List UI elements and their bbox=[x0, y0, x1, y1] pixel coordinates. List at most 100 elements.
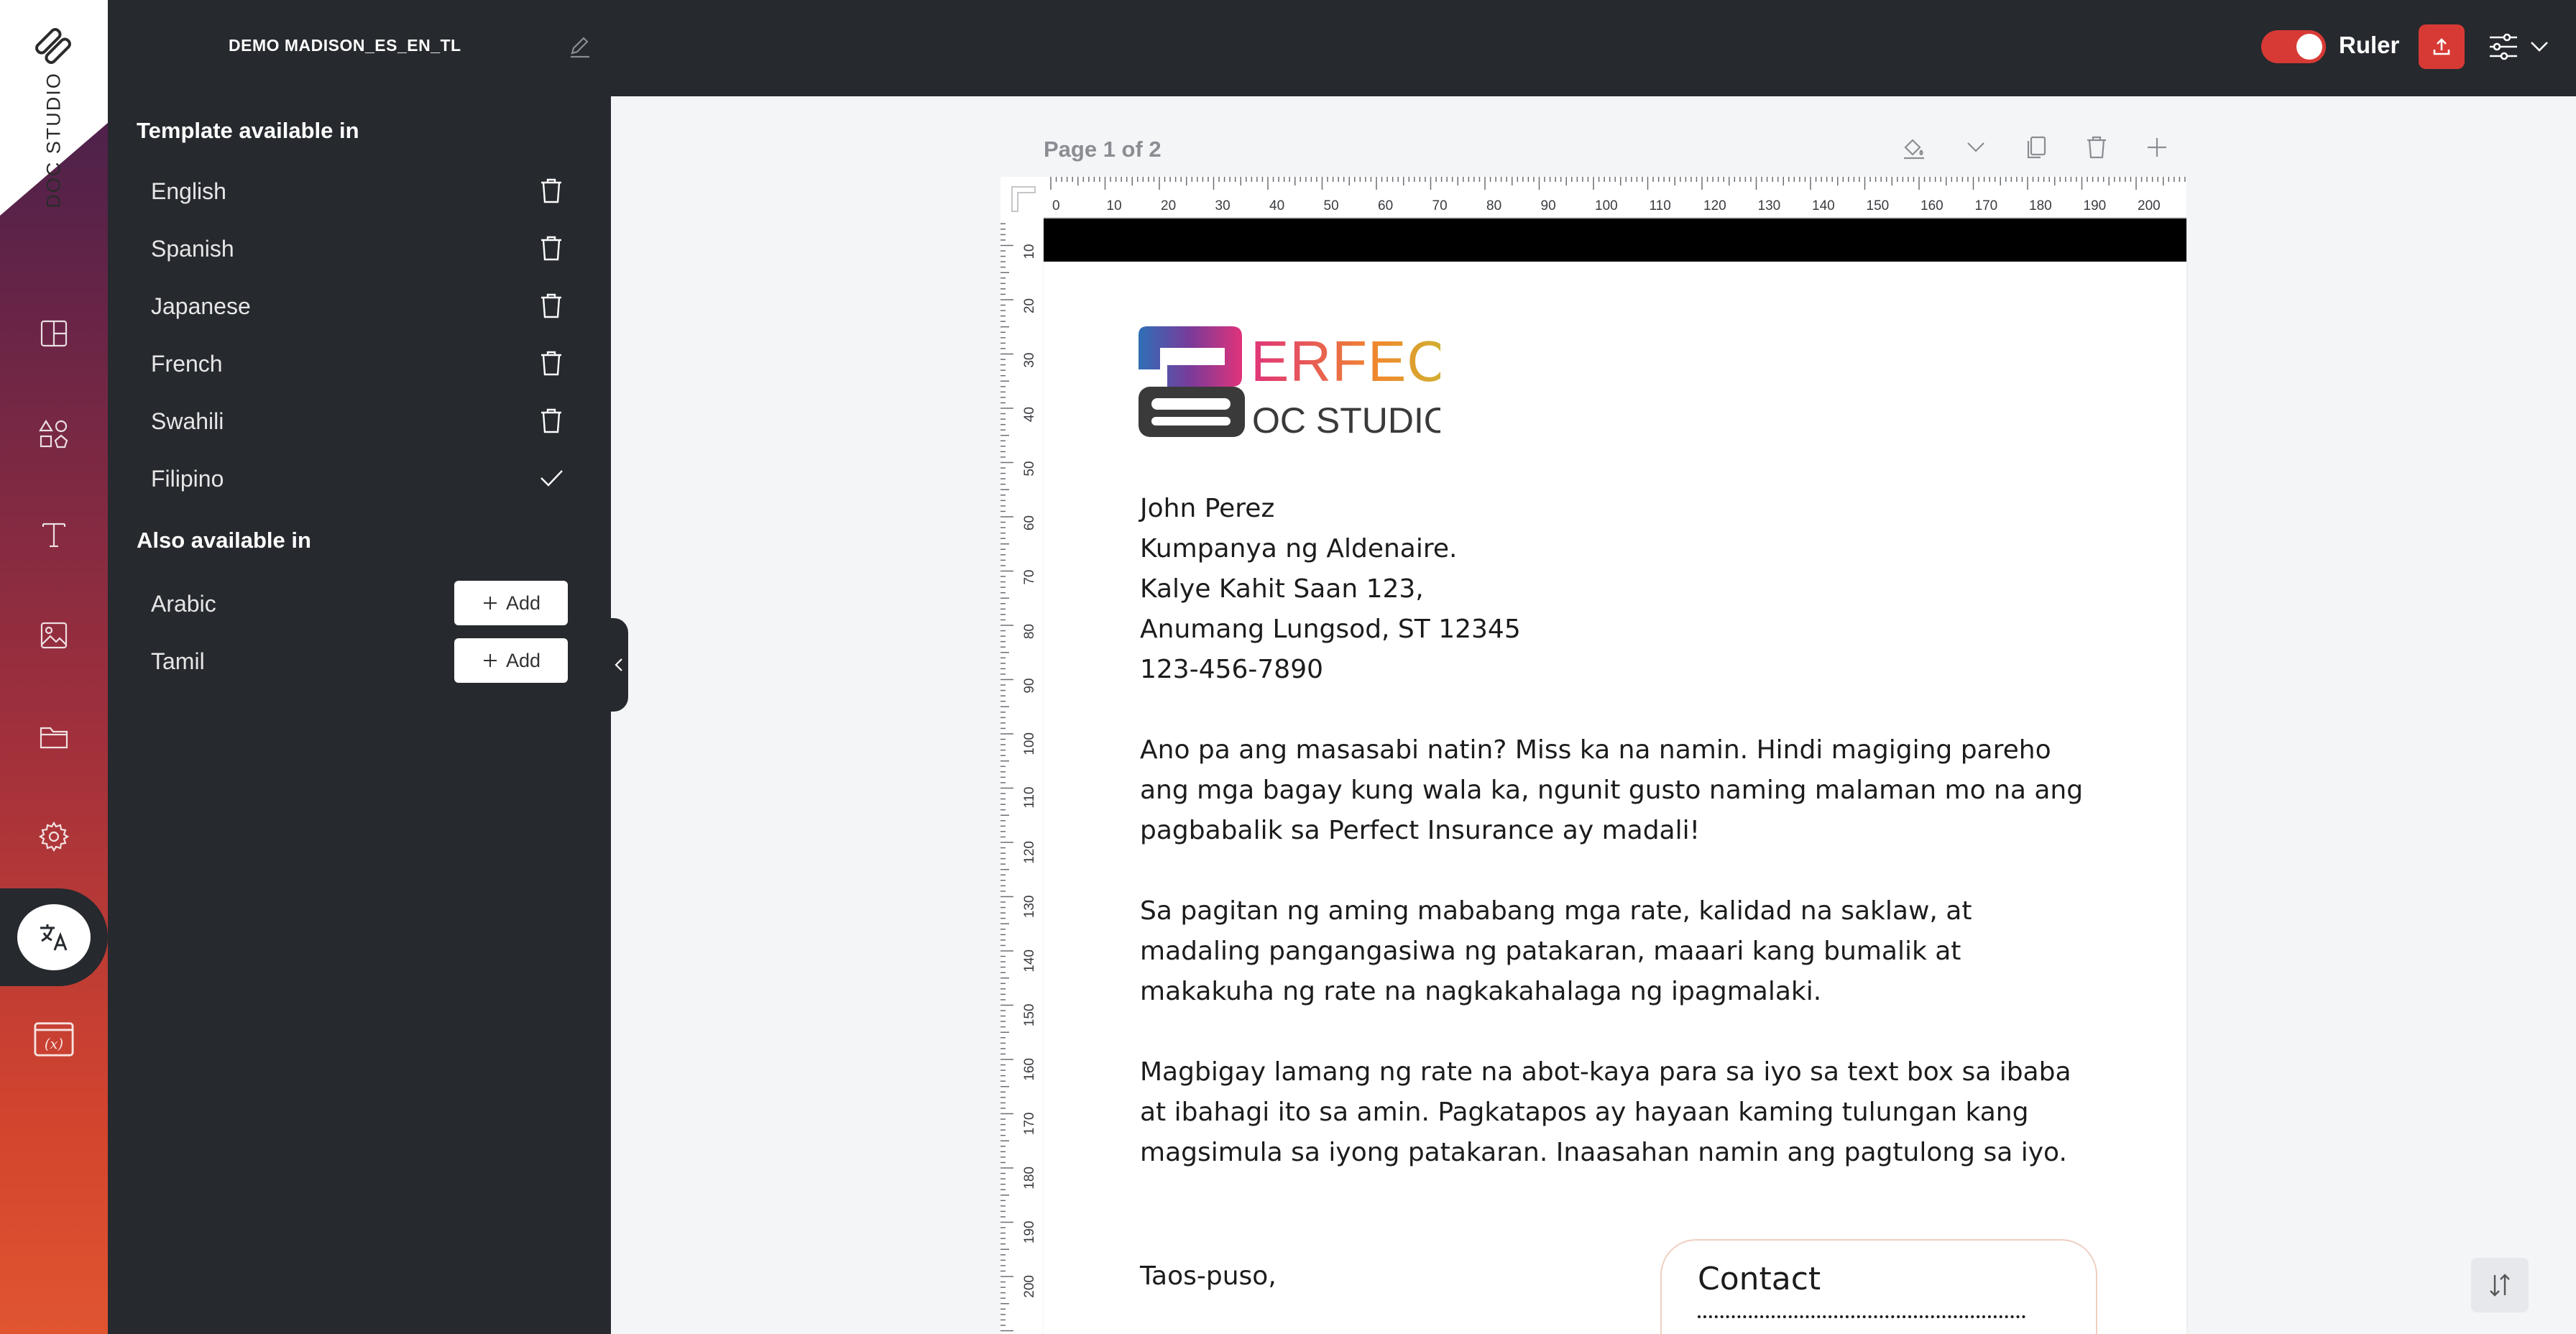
language-row-japanese[interactable]: Japanese bbox=[151, 285, 568, 328]
ruler-tick-label: 190 bbox=[1022, 1221, 1037, 1244]
document-page[interactable]: ERFECT OC STUDIO John Perez Kumpanya ng … bbox=[1044, 218, 2186, 1334]
trash-icon[interactable] bbox=[535, 346, 568, 380]
ruler-tick-label: 120 bbox=[1022, 841, 1037, 864]
ruler-tick-label: 100 bbox=[1595, 198, 1618, 213]
checkmark-icon bbox=[535, 461, 568, 494]
ruler-tick-label: 10 bbox=[1022, 244, 1037, 259]
language-label: French bbox=[151, 351, 223, 377]
upload-icon bbox=[2433, 38, 2450, 55]
ruler-tick-label: 190 bbox=[2084, 198, 2107, 213]
ruler-label: Ruler bbox=[2339, 32, 2400, 58]
ruler-tick-label: 90 bbox=[1022, 678, 1037, 694]
ruler-tick-label: 180 bbox=[1022, 1167, 1037, 1190]
add-arabic-button[interactable]: Add bbox=[454, 581, 568, 625]
language-row-swahili[interactable]: Swahili bbox=[151, 400, 568, 443]
contact-title: Contact bbox=[1698, 1261, 1821, 1297]
horizontal-ruler[interactable]: 0 10 20 30 40 50 60 70 80 90 100 110 120 130 140 150 160… bbox=[1044, 177, 2186, 218]
ruler-tick-label: 200 bbox=[2138, 198, 2161, 213]
ruler-tick-label: 90 bbox=[1541, 198, 1556, 213]
recipient-address[interactable]: John Perez Kumpanya ng Aldenaire. Kalye … bbox=[1140, 489, 2103, 690]
add-page-icon[interactable] bbox=[2142, 132, 2172, 162]
ruler-tick-label: 30 bbox=[1022, 353, 1037, 368]
ruler-tick-label: 110 bbox=[1022, 787, 1037, 809]
contact-box[interactable]: Contact bbox=[1660, 1239, 2097, 1334]
ruler-tick-label: 160 bbox=[1022, 1058, 1037, 1081]
translate-icon[interactable] bbox=[17, 904, 91, 970]
document-title[interactable]: DEMO MADISON_ES_EN_TL bbox=[229, 36, 461, 55]
header-band[interactable] bbox=[1044, 218, 2186, 262]
page-indicator: Page 1 of 2 bbox=[1044, 137, 1162, 162]
svg-text:(x): (x) bbox=[45, 1036, 63, 1052]
plus-icon bbox=[483, 597, 497, 610]
ruler-tick-label: 40 bbox=[1022, 407, 1037, 422]
trash-icon[interactable] bbox=[535, 404, 568, 437]
left-rail: DOC STUDIO (x) bbox=[0, 0, 108, 1334]
doc-studio-logo-icon[interactable] bbox=[32, 24, 75, 68]
toggle-knob bbox=[2296, 34, 2322, 60]
ruler-tick-label: 80 bbox=[1486, 198, 1501, 213]
ruler-tick-label: 110 bbox=[1650, 198, 1671, 213]
language-row-filipino[interactable]: Filipino bbox=[151, 457, 568, 500]
language-row-english[interactable]: English bbox=[151, 170, 568, 213]
body-paragraph-3[interactable]: Magbigay lamang ng rate na abot-kaya par… bbox=[1140, 1052, 2103, 1173]
ruler-toggle[interactable] bbox=[2261, 30, 2326, 63]
ruler-tick-label: 0 bbox=[1052, 198, 1060, 213]
text-icon[interactable] bbox=[32, 513, 75, 556]
language-label: Swahili bbox=[151, 408, 224, 434]
ruler-tick-label: 60 bbox=[1022, 515, 1037, 530]
available-heading: Template available in bbox=[137, 118, 359, 143]
ruler-tick-label: 20 bbox=[1161, 198, 1176, 213]
ruler-tick-label: 10 bbox=[1107, 198, 1122, 213]
ruler-tick-label: 170 bbox=[1975, 198, 1998, 213]
trash-icon[interactable] bbox=[535, 231, 568, 264]
add-tamil-button[interactable]: Add bbox=[454, 638, 568, 683]
add-button-label: Add bbox=[505, 649, 541, 671]
trash-icon[interactable] bbox=[535, 174, 568, 207]
trash-icon[interactable] bbox=[2082, 132, 2112, 162]
ruler-tick-label: 20 bbox=[1022, 298, 1037, 313]
language-label: Arabic bbox=[151, 591, 216, 617]
variable-icon[interactable]: (x) bbox=[32, 1018, 75, 1061]
gear-icon[interactable] bbox=[32, 815, 75, 858]
ruler-tick-label: 150 bbox=[1022, 1004, 1037, 1027]
chevron-down-icon[interactable] bbox=[1961, 132, 1991, 162]
language-label: Tamil bbox=[151, 648, 205, 674]
also-available-heading: Also available in bbox=[137, 528, 311, 553]
address-line: Anumang Lungsod, ST 12345 bbox=[1140, 615, 1521, 644]
ruler-tick-label: 130 bbox=[1758, 198, 1781, 213]
vertical-ruler[interactable]: 10 20 30 40 50 60 70 80 90 100 110 120 130 140 150 160 1… bbox=[1000, 218, 1044, 1334]
duplicate-page-icon[interactable] bbox=[2021, 132, 2051, 162]
ruler-tick-label: 150 bbox=[1867, 198, 1890, 213]
body-paragraph-1[interactable]: Ano pa ang masasabi natin? Miss ka na na… bbox=[1140, 730, 2089, 851]
collapse-panel-button[interactable] bbox=[610, 618, 628, 712]
ruler-tick-label: 40 bbox=[1269, 198, 1284, 213]
pencil-icon[interactable] bbox=[566, 33, 594, 60]
body-paragraph-2[interactable]: Sa pagitan ng aming mababang mga rate, k… bbox=[1140, 891, 2089, 1012]
trash-icon[interactable] bbox=[535, 289, 568, 322]
ruler-tick-label: 160 bbox=[1920, 198, 1944, 213]
chevron-down-icon[interactable] bbox=[2527, 34, 2552, 59]
sliders-icon[interactable] bbox=[2485, 29, 2521, 65]
ruler-tick-label: 60 bbox=[1378, 198, 1393, 213]
chevron-left-icon bbox=[615, 658, 622, 671]
language-row-french[interactable]: French bbox=[151, 342, 568, 385]
folder-icon[interactable] bbox=[32, 714, 75, 758]
ruler-tick-label: 80 bbox=[1022, 624, 1037, 639]
export-button[interactable] bbox=[2419, 24, 2465, 69]
shapes-icon[interactable] bbox=[32, 413, 75, 456]
ruler-tick-label: 130 bbox=[1022, 896, 1037, 919]
image-icon[interactable] bbox=[32, 614, 75, 657]
language-label: Japanese bbox=[151, 293, 251, 319]
perfect-doc-studio-logo[interactable]: ERFECT OC STUDIO bbox=[1138, 326, 1440, 441]
ruler-tick-label: 140 bbox=[1022, 949, 1037, 972]
language-label: Filipino bbox=[151, 466, 224, 492]
paint-bucket-icon[interactable] bbox=[1899, 132, 1929, 162]
sort-toggle-button[interactable] bbox=[2471, 1258, 2529, 1312]
layout-icon[interactable] bbox=[32, 312, 75, 355]
ruler-tick-label: 100 bbox=[1022, 732, 1037, 755]
language-row-spanish[interactable]: Spanish bbox=[151, 227, 568, 270]
address-line: 123-456-7890 bbox=[1140, 655, 1324, 684]
ruler-tick-label: 140 bbox=[1812, 198, 1835, 213]
language-panel: Template available in English Spanish Ja… bbox=[108, 96, 611, 1334]
logo-perfect-text: ERFECT bbox=[1251, 329, 1440, 393]
